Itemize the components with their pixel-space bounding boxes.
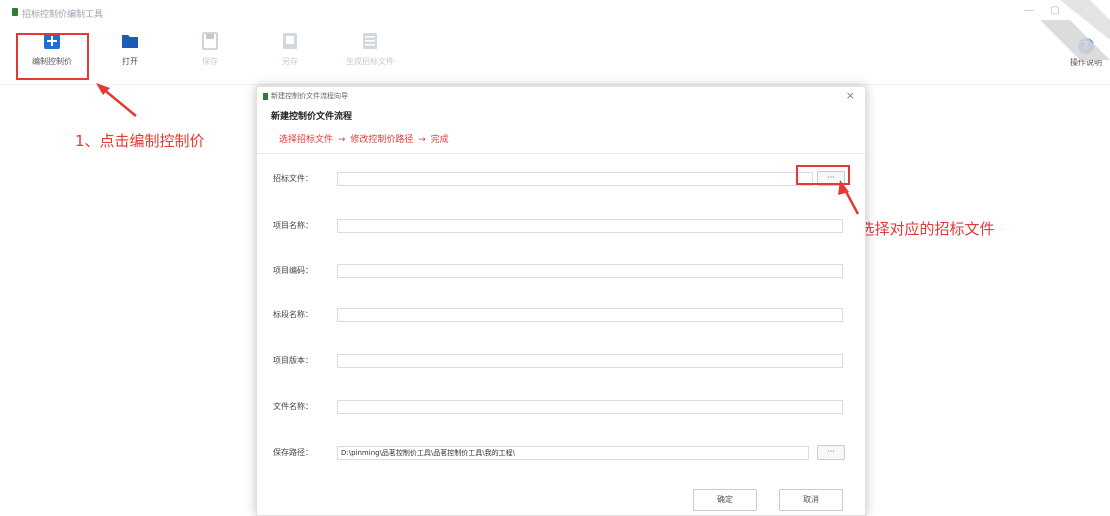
step-arrow: →: [337, 135, 346, 145]
save-as-button[interactable]: 另存: [260, 32, 320, 80]
file-name-input[interactable]: [337, 400, 843, 414]
step-select-bid-file: 选择招标文件: [279, 135, 334, 145]
open-button[interactable]: 打开: [100, 32, 160, 80]
dialog-close-button[interactable]: ×: [846, 89, 855, 102]
generate-bid-file-button[interactable]: 生成招标文件: [340, 32, 400, 80]
generate-bid-file-label: 生成招标文件: [346, 57, 394, 66]
app-logo-icon: [12, 8, 18, 16]
wizard-steps: 选择招标文件 → 修改控制价路径 → 完成: [279, 132, 451, 145]
toolbar-highlight-box: [16, 33, 89, 80]
form-row-project-name: 项目名称：: [273, 219, 853, 234]
export-icon: [363, 33, 377, 49]
form-row-section-name: 标段名称：: [273, 308, 853, 323]
help-label: 操作说明: [1070, 58, 1102, 67]
bid-file-label: 招标文件：: [273, 174, 313, 183]
project-version-label: 项目版本：: [273, 356, 313, 365]
open-label: 打开: [122, 57, 138, 66]
folder-icon: [122, 35, 138, 48]
section-name-input[interactable]: [337, 308, 843, 322]
section-name-label: 标段名称：: [273, 310, 313, 319]
project-name-label: 项目名称：: [273, 221, 313, 230]
dialog-logo-icon: [263, 93, 268, 100]
question-icon: ?: [1078, 38, 1094, 54]
save-button[interactable]: 保存: [180, 32, 240, 80]
step-modify-path: 修改控制价路径: [350, 135, 414, 145]
main-toolbar: 编制控制价 打开 保存 另存 生成招标文件: [0, 26, 1110, 82]
form-row-project-code: 项目编码：: [273, 264, 853, 279]
file-name-label: 文件名称：: [273, 402, 313, 411]
ok-button[interactable]: 确定: [693, 489, 757, 511]
step-arrow: →: [418, 135, 426, 145]
save-icon: [202, 32, 218, 50]
save-as-label: 另存: [282, 57, 298, 66]
title-bar: 招标控制价编制工具 — ▢ ✕: [0, 0, 1110, 24]
browse-highlight-box: [796, 165, 850, 185]
project-code-label: 项目编码：: [273, 266, 313, 275]
dialog-heading: 新建控制价文件流程: [271, 112, 353, 122]
form-row-save-path: 保存路径： D:\pinming\品茗控制价工具\品茗控制价工具\我的工程\ ·…: [273, 445, 853, 461]
step-complete: 完成: [430, 135, 449, 145]
maximize-button[interactable]: ▢: [1046, 5, 1064, 16]
close-window-button[interactable]: ✕: [1072, 5, 1090, 16]
save-path-input[interactable]: D:\pinming\品茗控制价工具\品茗控制价工具\我的工程\: [337, 446, 809, 460]
form-row-project-version: 项目版本：: [273, 354, 853, 369]
window-title: 招标控制价编制工具: [22, 10, 104, 20]
project-name-input[interactable]: [337, 219, 843, 233]
save-as-icon: [283, 33, 297, 49]
annotation-step-1: 1、点击编制控制价: [75, 132, 205, 150]
bid-file-input[interactable]: [337, 172, 813, 186]
help-button[interactable]: ? 操作说明: [1066, 38, 1106, 68]
project-code-input[interactable]: [337, 264, 843, 278]
toolbar-divider: [0, 84, 1110, 85]
arrow-to-toolbar-icon: [96, 83, 137, 117]
project-version-input[interactable]: [337, 354, 843, 368]
dialog-divider: [257, 153, 865, 154]
minimize-button[interactable]: —: [1020, 5, 1038, 16]
form-row-file-name: 文件名称：: [273, 400, 853, 415]
save-label: 保存: [202, 57, 218, 66]
save-path-browse-button[interactable]: ···: [817, 445, 845, 460]
save-path-label: 保存路径：: [273, 448, 313, 457]
new-control-price-dialog: 新建控制价文件流程向导 × 新建控制价文件流程 选择招标文件 → 修改控制价路径…: [256, 86, 866, 516]
cancel-button[interactable]: 取消: [779, 489, 843, 511]
dialog-title: 新建控制价文件流程向导: [271, 92, 348, 100]
form-row-bid-file: 招标文件： ···: [273, 171, 853, 187]
